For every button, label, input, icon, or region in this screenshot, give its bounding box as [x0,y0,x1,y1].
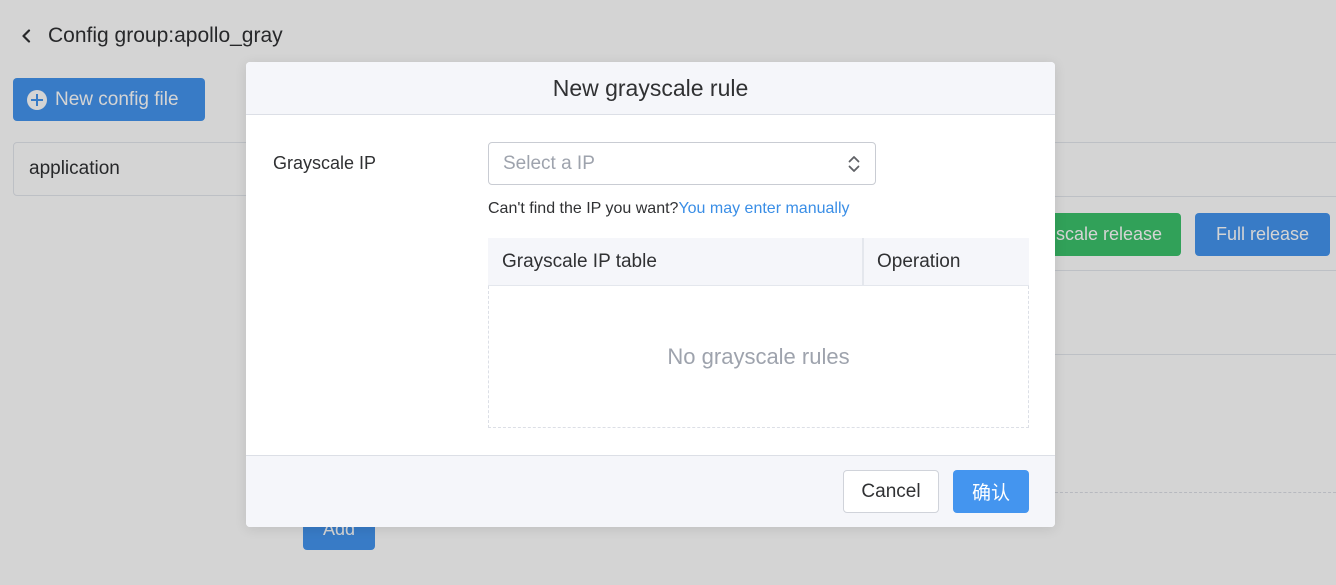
cancel-button[interactable]: Cancel [843,470,939,513]
ip-select[interactable]: Select a IP [488,142,876,185]
select-updown-icon [848,156,860,172]
table-empty-state: No grayscale rules [488,286,1029,428]
ip-hint-text: Can't find the IP you want? [488,200,679,217]
table-header: Grayscale IP table Operation [488,238,1029,286]
ip-select-placeholder: Select a IP [503,152,595,174]
ip-hint: Can't find the IP you want?You may enter… [488,200,850,218]
confirm-button[interactable]: 确认 [953,470,1029,513]
dialog-title: New grayscale rule [552,74,749,101]
grayscale-ip-label: Grayscale IP [273,153,377,173]
dialog-footer: Cancel 确认 [246,455,1055,527]
dialog-header: New grayscale rule [246,62,1055,115]
enter-manually-link[interactable]: You may enter manually [678,200,849,217]
column-header-operation: Operation [877,250,961,272]
column-header-ip: Grayscale IP table [488,238,864,285]
empty-text: No grayscale rules [667,343,850,369]
new-grayscale-rule-dialog: New grayscale rule Grayscale IP Select a… [246,62,1055,527]
grayscale-ip-table: Grayscale IP table Operation No grayscal… [488,238,1029,428]
